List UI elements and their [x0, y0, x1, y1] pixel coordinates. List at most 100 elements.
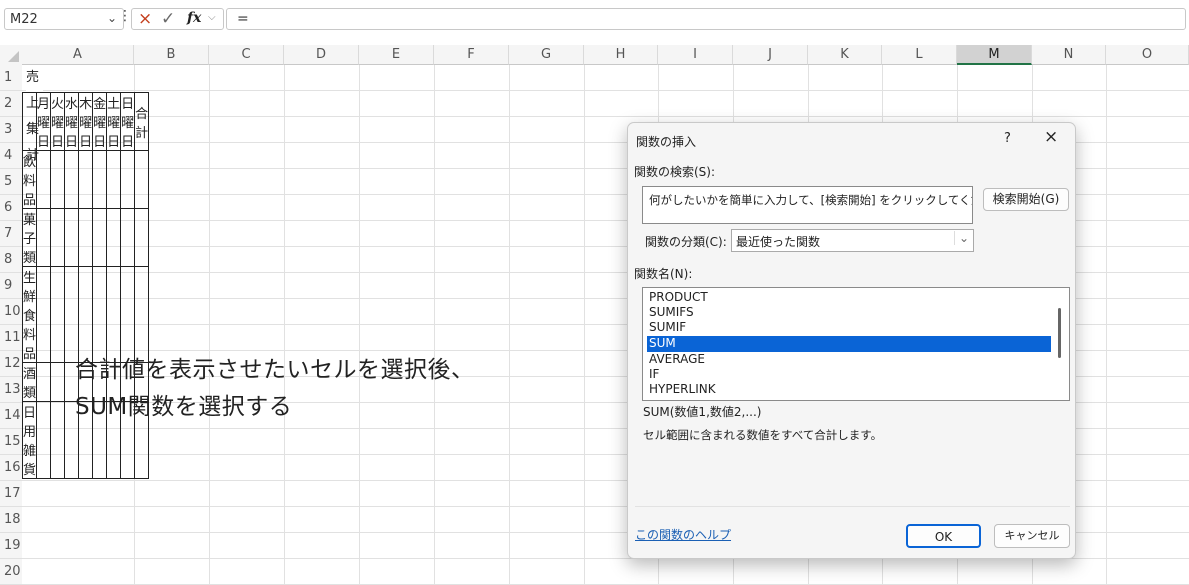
table-cell[interactable]: [64, 208, 80, 267]
function-help-link[interactable]: この関数のヘルプ: [635, 526, 731, 543]
ok-button[interactable]: OK: [906, 524, 981, 548]
cancel-button[interactable]: キャンセル: [994, 524, 1070, 548]
row-header-9[interactable]: 9: [0, 273, 22, 299]
row-header-19[interactable]: 19: [0, 533, 22, 559]
table-cell[interactable]: [134, 208, 150, 267]
row-header-12[interactable]: 12: [0, 351, 22, 377]
close-icon[interactable]: ×: [1044, 127, 1058, 147]
list-item[interactable]: SUMIF: [647, 320, 1051, 336]
row-header-18[interactable]: 18: [0, 507, 22, 533]
table-cell[interactable]: [120, 150, 136, 209]
table-cell[interactable]: [106, 266, 122, 363]
table-cell[interactable]: 飲料品: [21, 150, 38, 209]
column-header-l[interactable]: L: [882, 45, 957, 65]
column-header-c[interactable]: C: [209, 45, 284, 65]
list-item[interactable]: HYPERLINK: [647, 382, 1051, 398]
table-cell[interactable]: [120, 266, 136, 363]
column-header-i[interactable]: I: [658, 45, 733, 65]
column-header-h[interactable]: H: [584, 45, 658, 65]
formula-input[interactable]: =: [226, 8, 1186, 30]
table-cell[interactable]: [78, 208, 94, 267]
more-options-icon[interactable]: ⋮: [118, 8, 132, 24]
row-header-15[interactable]: 15: [0, 429, 22, 455]
table-cell[interactable]: [106, 208, 122, 267]
row-header-4[interactable]: 4: [0, 143, 22, 169]
insert-function-icon[interactable]: fx: [187, 10, 201, 26]
row-header-6[interactable]: 6: [0, 195, 22, 221]
row-header-16[interactable]: 16: [0, 455, 22, 481]
table-cell[interactable]: [64, 266, 80, 363]
table-cell[interactable]: [134, 150, 150, 209]
name-box[interactable]: M22 ⌄: [4, 8, 124, 30]
table-cell[interactable]: 火曜日: [50, 92, 66, 151]
row-header-20[interactable]: 20: [0, 559, 22, 585]
table-cell[interactable]: 生鮮食料品: [21, 266, 38, 363]
table-cell[interactable]: [78, 150, 94, 209]
table-cell[interactable]: [92, 208, 108, 267]
table-cell[interactable]: [50, 401, 66, 479]
row-header-8[interactable]: 8: [0, 247, 22, 273]
row-header-3[interactable]: 3: [0, 117, 22, 143]
table-cell[interactable]: [50, 362, 66, 402]
table-cell[interactable]: 日用雑貨: [21, 401, 38, 479]
column-header-a[interactable]: A: [22, 45, 134, 65]
table-cell[interactable]: [92, 266, 108, 363]
list-item[interactable]: PRODUCT: [647, 290, 1051, 306]
list-item-selected[interactable]: SUM: [647, 336, 1051, 352]
column-header-b[interactable]: B: [134, 45, 209, 65]
scrollbar-thumb[interactable]: [1058, 308, 1061, 358]
table-cell[interactable]: [64, 150, 80, 209]
table-cell[interactable]: [36, 150, 52, 209]
table-cell[interactable]: [50, 208, 66, 267]
function-search-input[interactable]: 何がしたいかを簡単に入力して、[検索開始] をクリックしてください。: [642, 186, 973, 224]
row-header-1[interactable]: 1: [0, 65, 22, 91]
table-cell[interactable]: [36, 208, 52, 267]
row-header-13[interactable]: 13: [0, 377, 22, 403]
table-cell[interactable]: 菓子類: [21, 208, 38, 267]
table-cell[interactable]: 木曜日: [78, 92, 94, 151]
row-header-2[interactable]: 2: [0, 91, 22, 117]
column-header-j[interactable]: J: [733, 45, 808, 65]
table-cell[interactable]: [50, 266, 66, 363]
row-header-7[interactable]: 7: [0, 221, 22, 247]
table-cell[interactable]: [134, 266, 150, 363]
table-cell[interactable]: [21, 92, 38, 151]
table-cell[interactable]: [36, 362, 52, 402]
list-item[interactable]: IF: [647, 367, 1051, 383]
column-header-n[interactable]: N: [1032, 45, 1106, 65]
table-cell[interactable]: [50, 150, 66, 209]
table-cell[interactable]: 月曜日: [36, 92, 52, 151]
chevron-down-icon[interactable]: ⌄: [107, 11, 117, 25]
table-cell[interactable]: [106, 150, 122, 209]
row-header-11[interactable]: 11: [0, 325, 22, 351]
cancel-icon[interactable]: ×: [138, 9, 152, 29]
column-header-m[interactable]: M: [957, 45, 1032, 65]
cell-a1[interactable]: 売上集計: [26, 65, 44, 163]
table-cell[interactable]: [78, 266, 94, 363]
row-header-17[interactable]: 17: [0, 481, 22, 507]
table-cell[interactable]: [36, 266, 52, 363]
table-cell[interactable]: 日曜日: [120, 92, 136, 151]
list-item[interactable]: AVERAGE: [647, 352, 1051, 368]
select-all-corner[interactable]: [0, 45, 22, 65]
column-header-e[interactable]: E: [359, 45, 434, 65]
row-header-10[interactable]: 10: [0, 299, 22, 325]
help-icon[interactable]: ?: [1004, 131, 1011, 146]
table-cell[interactable]: [120, 208, 136, 267]
table-cell[interactable]: [92, 150, 108, 209]
column-header-o[interactable]: O: [1106, 45, 1189, 65]
table-cell[interactable]: 金曜日: [92, 92, 108, 151]
table-cell[interactable]: 土曜日: [106, 92, 122, 151]
list-item[interactable]: SUMIFS: [647, 305, 1051, 321]
enter-icon[interactable]: ✓: [161, 9, 175, 29]
function-list[interactable]: PRODUCT SUMIFS SUMIF SUM AVERAGE IF HYPE…: [642, 287, 1070, 401]
table-cell[interactable]: [36, 401, 52, 479]
chevron-down-icon[interactable]: ⌄: [953, 231, 969, 245]
search-start-button[interactable]: 検索開始(G): [983, 188, 1069, 211]
table-cell[interactable]: 水曜日: [64, 92, 80, 151]
table-cell[interactable]: 酒類: [21, 362, 38, 402]
chevron-down-icon[interactable]: ⌵: [208, 12, 216, 23]
column-header-d[interactable]: D: [284, 45, 359, 65]
row-header-14[interactable]: 14: [0, 403, 22, 429]
column-header-f[interactable]: F: [434, 45, 509, 65]
